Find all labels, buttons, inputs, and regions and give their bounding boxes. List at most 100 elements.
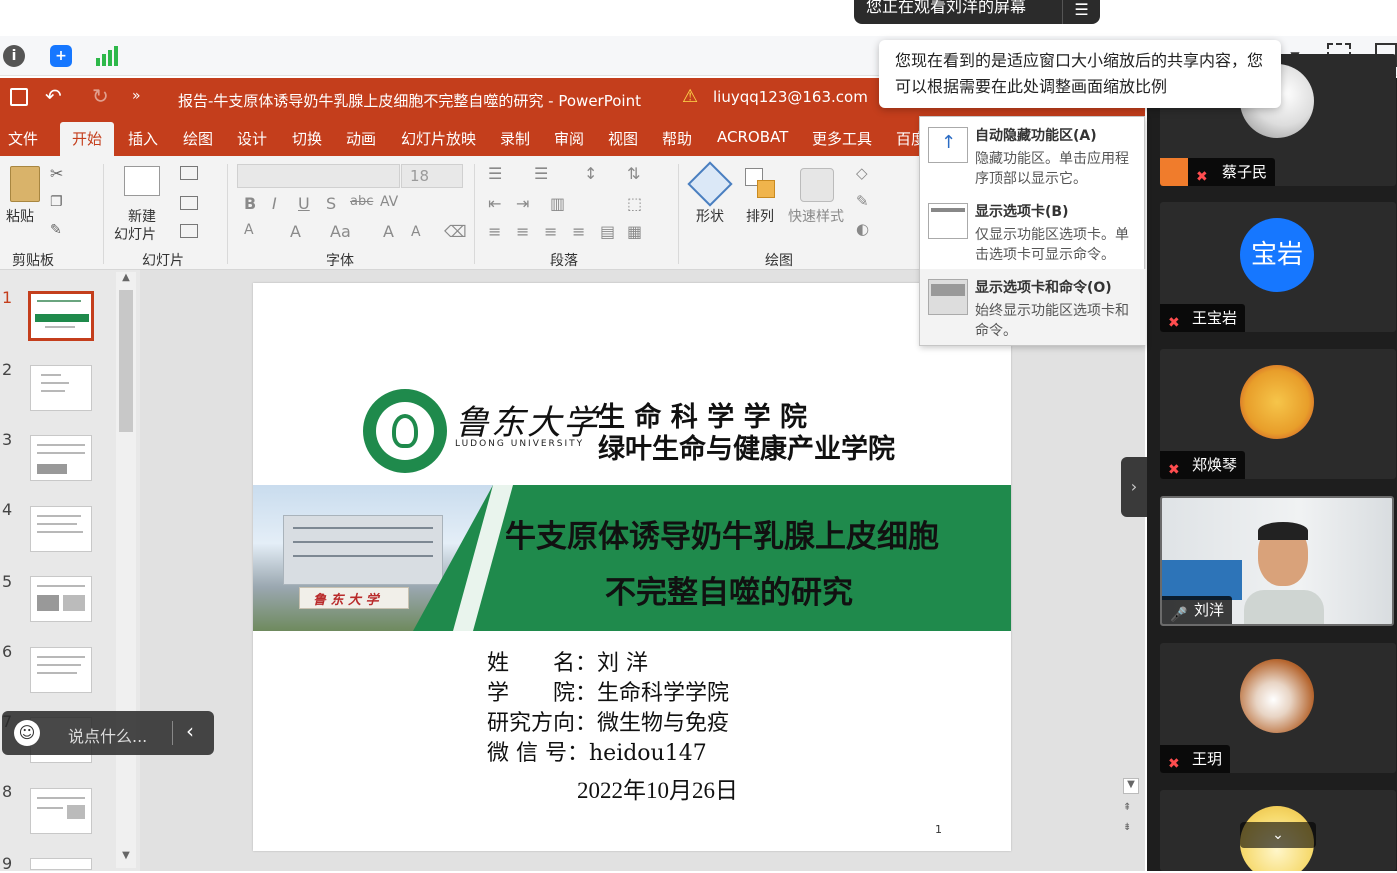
tab-design[interactable]: 设计: [237, 128, 267, 149]
paste-button[interactable]: 粘贴: [6, 206, 34, 226]
tab-draw[interactable]: 绘图: [183, 128, 213, 149]
menu-icon[interactable]: ☰: [1062, 0, 1100, 24]
shadow-icon[interactable]: S: [326, 194, 336, 213]
slide-page-number: 1: [935, 823, 942, 836]
slide-thumb-5[interactable]: [30, 576, 92, 622]
quick-styles-icon[interactable]: [800, 168, 834, 202]
arrange-icon[interactable]: [745, 168, 777, 200]
shield-icon[interactable]: +: [50, 45, 72, 67]
italic-icon[interactable]: I: [272, 194, 277, 213]
tab-view[interactable]: 视图: [608, 128, 638, 149]
distributed-icon[interactable]: ▤: [600, 222, 615, 241]
underline-icon[interactable]: U: [298, 194, 310, 213]
indent-increase-icon[interactable]: ⇥: [516, 194, 529, 213]
participant-name-bar: ✖ 王玥: [1160, 745, 1231, 773]
clear-icon[interactable]: ⌫: [444, 222, 467, 241]
new-slide-label1[interactable]: 新建: [128, 206, 156, 226]
more-icon[interactable]: »: [132, 88, 141, 104]
align-left-icon[interactable]: ≡: [488, 222, 501, 241]
columns-icon[interactable]: ▥: [550, 194, 565, 213]
font-size-box[interactable]: 18: [401, 164, 463, 188]
tab-more-tools[interactable]: 更多工具: [812, 128, 872, 149]
bold-icon[interactable]: B: [244, 194, 256, 213]
undo-icon[interactable]: ↶: [45, 84, 62, 108]
slide-thumb-3[interactable]: [30, 435, 92, 481]
thumb-scrollbar[interactable]: ▲ ▼: [116, 272, 136, 868]
tab-help[interactable]: 帮助: [662, 128, 692, 149]
slide-thumb-8[interactable]: [30, 788, 92, 834]
tab-acrobat[interactable]: ACROBAT: [717, 128, 788, 146]
font-color-icon[interactable]: A: [290, 222, 301, 241]
shapes-button[interactable]: 形状: [696, 206, 724, 226]
slide-thumb-1[interactable]: [28, 291, 94, 341]
indent-decrease-icon[interactable]: ⇤: [488, 194, 501, 213]
participant-tile[interactable]: 宝岩 ✖ 王宝岩: [1160, 202, 1396, 332]
slide-thumb-9[interactable]: [30, 858, 92, 870]
arrange-button[interactable]: 排列: [746, 206, 774, 226]
line-spacing-icon[interactable]: ↕: [584, 164, 597, 183]
tab-insert[interactable]: 插入: [128, 128, 158, 149]
participant-tile[interactable]: ✖ 郑焕琴: [1160, 349, 1396, 479]
tab-transitions[interactable]: 切换: [292, 128, 322, 149]
right-scrollbar[interactable]: ▼ ⇞ ⇟: [1121, 774, 1141, 844]
copy-icon[interactable]: ❐: [50, 194, 63, 210]
slide-thumb-2[interactable]: [30, 365, 92, 411]
change-case-icon[interactable]: Aa: [330, 222, 351, 241]
menu-item-show-tabs-commands[interactable]: 显示选项卡和命令(O) 始终显示功能区选项卡和命令。: [920, 269, 1146, 345]
cut-icon[interactable]: ✂: [50, 164, 63, 183]
spacing-icon[interactable]: AV: [380, 194, 398, 210]
chevron-left-icon[interactable]: ‹: [186, 719, 194, 743]
slide-thumb-4[interactable]: [30, 506, 92, 552]
format-painter-icon[interactable]: ✎: [50, 222, 62, 238]
signal-icon[interactable]: [96, 46, 118, 66]
quick-styles-button[interactable]: 快速样式: [788, 206, 844, 226]
justify-icon[interactable]: ≡: [572, 222, 585, 241]
participant-tile-speaker[interactable]: 🎤 刘洋: [1160, 496, 1394, 626]
info-icon[interactable]: i: [3, 45, 25, 67]
save-icon[interactable]: [10, 88, 28, 106]
section-icon[interactable]: [180, 224, 198, 238]
tab-home[interactable]: 开始: [60, 122, 115, 156]
text-direction-icon[interactable]: ⇅: [627, 164, 640, 183]
effects-icon[interactable]: ◐: [856, 220, 869, 238]
tab-review[interactable]: 审阅: [554, 128, 584, 149]
tab-record[interactable]: 录制: [500, 128, 530, 149]
redo-icon[interactable]: ↻: [92, 84, 109, 108]
scroll-down-button[interactable]: ⌄: [1240, 822, 1316, 848]
align-center-icon[interactable]: ≡: [516, 222, 529, 241]
align-right-icon[interactable]: ≡: [544, 222, 557, 241]
reset-icon[interactable]: [180, 196, 198, 210]
document-title: 报告-牛支原体诱导奶牛乳腺上皮细胞不完整自噬的研究 - PowerPoint: [178, 92, 641, 110]
new-slide-icon[interactable]: [124, 166, 160, 196]
grow-font-icon[interactable]: A: [383, 222, 394, 241]
account-email[interactable]: liuyqq123@163.com: [713, 88, 868, 106]
shrink-font-icon[interactable]: A: [411, 224, 421, 240]
warning-icon[interactable]: ⚠: [682, 86, 698, 107]
participant-tile[interactable]: ⌄: [1160, 790, 1396, 871]
emoji-icon[interactable]: ☺: [14, 720, 40, 746]
new-slide-label2[interactable]: 幻灯片: [114, 224, 156, 244]
tab-slideshow[interactable]: 幻灯片放映: [401, 128, 476, 149]
ribbon-display-options-menu: ↑ 自动隐藏功能区(A) 隐藏功能区。单击应用程序顶部以显示它。 显示选项卡(B…: [919, 116, 1146, 346]
paste-icon[interactable]: [10, 166, 40, 202]
tab-animations[interactable]: 动画: [346, 128, 376, 149]
strikethrough-icon[interactable]: abc: [350, 194, 373, 209]
clear-format-icon[interactable]: A: [244, 222, 254, 238]
fill-icon[interactable]: ◇: [856, 164, 868, 182]
slide-canvas[interactable]: 鲁东大学 LUDONG UNIVERSITY 生 命 科 学 学 院 绿叶生命与…: [253, 283, 1011, 851]
outline-icon[interactable]: ✎: [856, 192, 869, 210]
shapes-icon[interactable]: [687, 161, 733, 207]
menu-item-auto-hide[interactable]: ↑ 自动隐藏功能区(A) 隐藏功能区。单击应用程序顶部以显示它。: [920, 117, 1146, 193]
align-text-icon[interactable]: ⬚: [627, 194, 642, 213]
font-name-box[interactable]: [237, 164, 400, 188]
panel-collapse-handle[interactable]: ›: [1121, 457, 1147, 517]
bullets-icon[interactable]: ☰: [488, 164, 502, 183]
slide-thumb-6[interactable]: [30, 647, 92, 693]
menu-item-show-tabs[interactable]: 显示选项卡(B) 仅显示功能区选项卡。单击选项卡可显示命令。: [920, 193, 1146, 269]
participant-tile[interactable]: ✖ 王玥: [1160, 643, 1396, 773]
smartart-icon[interactable]: ▦: [627, 222, 642, 241]
chat-input-bar[interactable]: ☺ 说点什么... ‹: [2, 711, 214, 755]
numbering-icon[interactable]: ☰: [534, 164, 548, 183]
layout-icon[interactable]: [180, 166, 198, 180]
tab-file[interactable]: 文件: [8, 128, 38, 149]
